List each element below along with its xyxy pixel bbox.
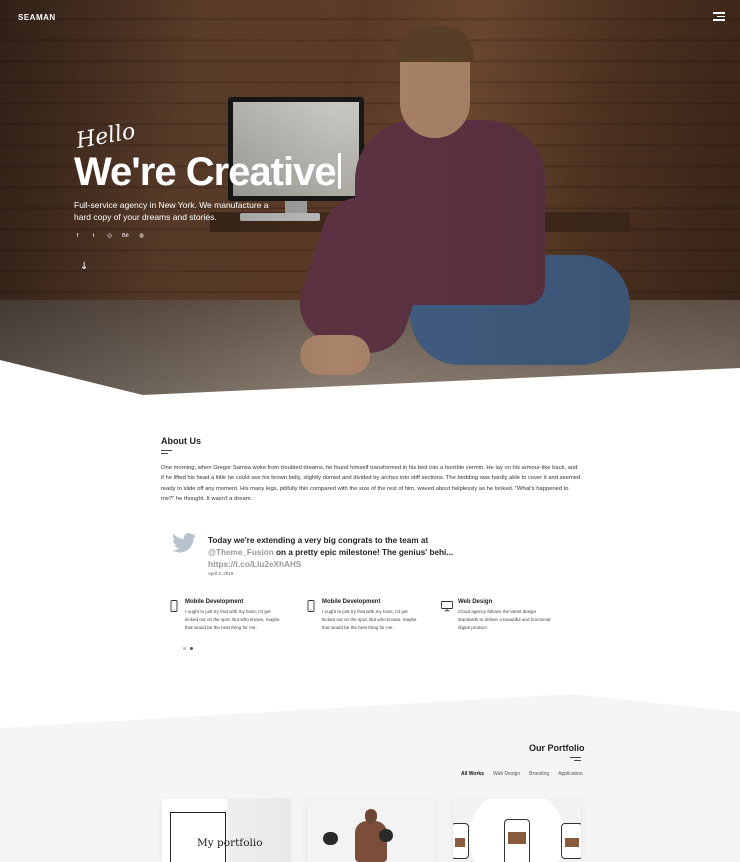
carousel-dot-active[interactable] <box>190 647 193 650</box>
filter-all-works[interactable]: All Works <box>461 771 484 777</box>
portfolio-card[interactable]: My portfolio <box>162 799 290 862</box>
tweet-url-link[interactable]: https://t.co/Llu2eXhAHS <box>208 560 301 569</box>
brand-logo[interactable]: SEAMAN <box>18 13 56 22</box>
carousel-dot[interactable] <box>183 647 186 650</box>
hero-headline: We're Creative <box>74 150 341 195</box>
monitor-icon <box>441 601 453 612</box>
phone-mockup <box>561 823 581 859</box>
dribbble-icon[interactable]: ◍ <box>138 233 145 239</box>
twitter-bird-icon <box>172 533 196 553</box>
phone-mockup <box>453 823 469 859</box>
filter-application[interactable]: Application <box>558 771 582 777</box>
boxer-head <box>365 809 377 823</box>
service-title: Mobile Development <box>322 599 381 605</box>
phone-mockup <box>504 819 530 862</box>
service-title: Mobile Development <box>185 599 244 605</box>
service-description: Cloud agency follows the latest design s… <box>458 609 551 630</box>
portfolio-card-caption: My portfolio <box>197 837 263 849</box>
service-description: I ought to just try that with my boss; I… <box>185 609 280 630</box>
portfolio-title-rule <box>570 757 581 758</box>
instagram-icon[interactable]: ◎ <box>106 233 113 239</box>
hero-angled-edge <box>0 360 740 395</box>
about-text: One morning, when Gregor Samsa woke from… <box>161 465 581 502</box>
tweet-date: April 3, 2019 <box>208 571 234 576</box>
hero-headline-text: We're Creative <box>74 150 337 194</box>
filter-web-design[interactable]: Web Design <box>493 771 520 777</box>
tweet-text-before: Today we're extending a very big congrat… <box>208 536 429 545</box>
portfolio-card[interactable] <box>453 799 581 862</box>
about-title-rule <box>161 450 172 451</box>
hero-tagline: Full-service agency in New York. We manu… <box>74 200 269 222</box>
mobile-icon <box>307 600 315 612</box>
boxing-glove-left <box>323 832 338 845</box>
portfolio-card[interactable] <box>307 799 435 862</box>
arrow-down-icon[interactable]: ↓ <box>80 261 88 272</box>
typing-cursor <box>337 153 341 189</box>
portfolio-title: Our Portfolio <box>529 743 585 753</box>
filter-branding[interactable]: Branding <box>529 771 549 777</box>
facebook-icon[interactable]: f <box>74 233 81 239</box>
carousel-dots <box>183 647 193 650</box>
behance-icon[interactable]: Bē <box>122 233 129 239</box>
about-title: About Us <box>161 436 201 446</box>
twitter-icon[interactable]: t <box>90 233 97 239</box>
boxing-glove-right <box>379 829 393 842</box>
tweet-text: Today we're extending a very big congrat… <box>208 535 468 571</box>
tweet-handle-link[interactable]: @Theme_Fusion <box>208 548 274 557</box>
mobile-icon <box>170 600 178 612</box>
tweet-text-after: on a pretty epic milestone! The genius' … <box>273 548 454 557</box>
hero-section: SEAMAN Hello We're Creative Full-service… <box>0 0 740 395</box>
service-title: Web Design <box>458 599 493 605</box>
portfolio-title-rule-short <box>574 760 581 761</box>
portfolio-filters: All Works Web Design Branding Applicatio… <box>461 771 583 777</box>
about-title-rule-short <box>161 453 168 454</box>
hamburger-icon[interactable] <box>713 12 725 22</box>
social-links: f t ◎ Bē ◍ <box>74 233 145 239</box>
service-description: I ought to just try that with my boss; I… <box>322 609 417 630</box>
